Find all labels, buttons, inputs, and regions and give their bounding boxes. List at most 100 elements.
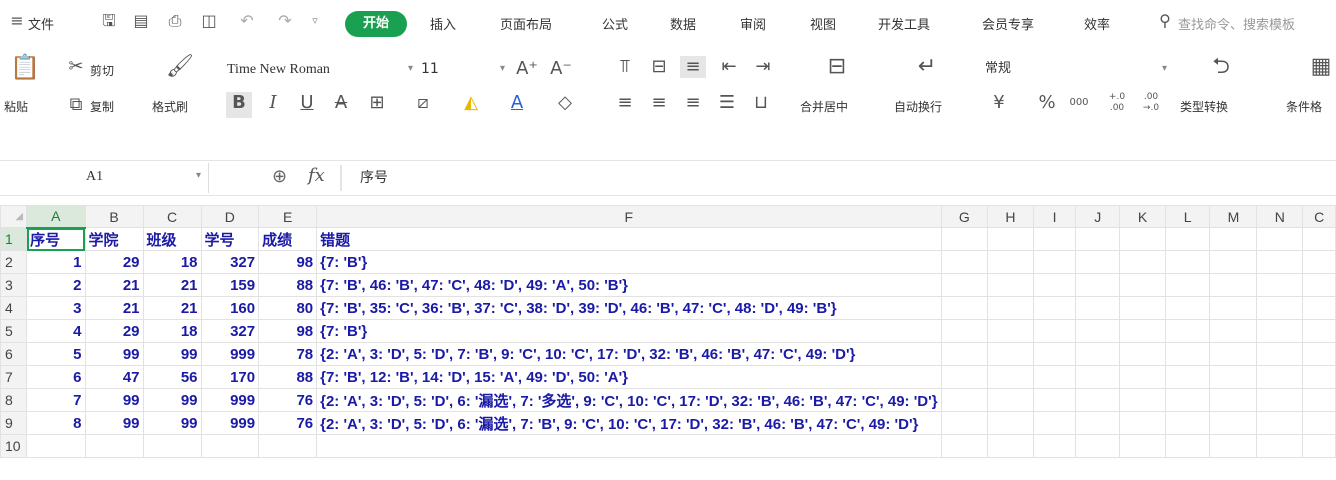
cell[interactable] (142, 434, 202, 458)
cell[interactable] (986, 342, 1034, 366)
cell[interactable] (1209, 388, 1258, 412)
cell[interactable] (1119, 227, 1166, 251)
cell[interactable] (1209, 296, 1258, 320)
tab-data[interactable]: 数据 (670, 14, 696, 33)
cell-student-id[interactable]: 160 (200, 296, 260, 320)
cell[interactable] (986, 388, 1034, 412)
cell-serial[interactable]: 1 (26, 250, 86, 274)
cell-serial[interactable]: 6 (26, 365, 86, 389)
cell[interactable] (1256, 273, 1304, 297)
cell-student-id[interactable]: 999 (200, 342, 260, 366)
bold-button[interactable]: B (226, 92, 252, 118)
cell[interactable] (1119, 250, 1166, 274)
cell[interactable] (1032, 434, 1077, 458)
cell[interactable] (1075, 388, 1121, 412)
cell[interactable] (1256, 388, 1304, 412)
cell-score[interactable]: 88 (258, 365, 318, 389)
conditional-format-icon[interactable]: ▦ (1306, 56, 1336, 78)
cell-wrong-answers[interactable]: {7: 'B', 46: 'B', 47: 'C', 48: 'D', 49: … (316, 273, 942, 297)
column-header-o[interactable]: C (1302, 205, 1336, 228)
cell-b1[interactable]: 学院 (84, 227, 144, 251)
cell-wrong-answers[interactable]: {2: 'A', 3: 'D', 5: 'D', 6: '漏选', 7: '多选… (316, 388, 942, 412)
cell[interactable] (1075, 227, 1121, 251)
cell-class[interactable]: 21 (142, 273, 202, 297)
row-header[interactable]: 2 (0, 250, 28, 274)
cell[interactable] (1119, 319, 1166, 343)
cut-button[interactable]: 剪切 (90, 62, 114, 79)
cell[interactable] (1119, 342, 1166, 366)
highlight-color-icon[interactable]: ◭ (458, 92, 484, 114)
cell[interactable] (1302, 296, 1336, 320)
cell[interactable] (1032, 365, 1077, 389)
cell[interactable] (1209, 411, 1258, 435)
cell[interactable] (1164, 319, 1211, 343)
column-header-m[interactable]: M (1209, 205, 1258, 228)
cell[interactable] (1302, 342, 1336, 366)
cell[interactable] (1256, 411, 1304, 435)
print-preview-icon[interactable]: ◫ (200, 12, 218, 30)
cell-student-id[interactable]: 999 (200, 411, 260, 435)
cell[interactable] (1209, 273, 1258, 297)
cell[interactable] (940, 250, 988, 274)
cell[interactable] (1164, 411, 1211, 435)
align-middle-icon[interactable]: ⊟ (648, 56, 670, 78)
cell[interactable] (1075, 250, 1121, 274)
cell-college[interactable]: 99 (84, 388, 144, 412)
cell[interactable] (1256, 342, 1304, 366)
cell[interactable] (1032, 227, 1077, 251)
tab-efficiency[interactable]: 效率 (1084, 14, 1110, 33)
cell-score[interactable]: 80 (258, 296, 318, 320)
column-header-c[interactable]: C (142, 205, 202, 228)
select-all-corner[interactable]: ◢ (0, 205, 28, 228)
distributed-icon[interactable]: ⊔ (750, 92, 772, 114)
cell[interactable] (1164, 273, 1211, 297)
cell[interactable] (940, 342, 988, 366)
cell-serial[interactable]: 4 (26, 319, 86, 343)
cell[interactable] (986, 227, 1034, 251)
cell[interactable] (316, 434, 942, 458)
cell-college[interactable]: 29 (84, 319, 144, 343)
cell-class[interactable]: 21 (142, 296, 202, 320)
cell-student-id[interactable]: 170 (200, 365, 260, 389)
column-header-j[interactable]: J (1075, 205, 1121, 228)
tab-formula[interactable]: 公式 (602, 14, 628, 33)
type-convert-button[interactable]: 类型转换 (1180, 98, 1228, 115)
clear-format-icon[interactable]: ◇ (552, 92, 578, 114)
export-pdf-icon[interactable]: ▤ (132, 12, 150, 30)
cell[interactable] (1256, 250, 1304, 274)
cell-college[interactable]: 21 (84, 273, 144, 297)
column-header-n[interactable]: N (1256, 205, 1304, 228)
percent-button[interactable]: % (1036, 92, 1058, 114)
cell[interactable] (1164, 227, 1211, 251)
cell-score[interactable]: 78 (258, 342, 318, 366)
zoom-formula-icon[interactable]: ⊕ (272, 166, 287, 187)
tab-home[interactable]: 开始 (345, 11, 407, 37)
merge-center-button[interactable]: 合并居中 (800, 98, 848, 115)
cell-e1[interactable]: 成绩 (258, 227, 318, 251)
cell-score[interactable]: 76 (258, 388, 318, 412)
cell-serial[interactable]: 7 (26, 388, 86, 412)
cell[interactable] (1032, 342, 1077, 366)
decrease-decimal-button[interactable]: .00 →.0 (1138, 92, 1164, 114)
tab-developer[interactable]: 开发工具 (878, 14, 930, 33)
cell-score[interactable]: 98 (258, 250, 318, 274)
decrease-indent-icon[interactable]: ⇤ (718, 56, 740, 78)
paste-icon[interactable]: 📋 (10, 55, 40, 79)
cell[interactable] (940, 296, 988, 320)
cell[interactable] (1075, 319, 1121, 343)
font-size-select[interactable]: 11 ▾ (420, 56, 510, 82)
cell[interactable] (986, 411, 1034, 435)
align-right-icon[interactable]: ≡ (682, 92, 704, 114)
cell[interactable] (1119, 273, 1166, 297)
cell-fill-icon[interactable]: ⧄ (410, 92, 436, 114)
font-color-button[interactable]: A (506, 92, 528, 114)
cell[interactable] (1302, 273, 1336, 297)
strikethrough-button[interactable]: A (330, 92, 352, 114)
copy-icon[interactable]: ⧉ (64, 94, 88, 116)
align-left-icon[interactable]: ≡ (614, 92, 636, 114)
cell-serial[interactable]: 3 (26, 296, 86, 320)
row-header[interactable]: 4 (0, 296, 28, 320)
cell-college[interactable]: 99 (84, 411, 144, 435)
cell[interactable] (1164, 434, 1211, 458)
increase-font-icon[interactable]: A⁺ (516, 58, 538, 80)
